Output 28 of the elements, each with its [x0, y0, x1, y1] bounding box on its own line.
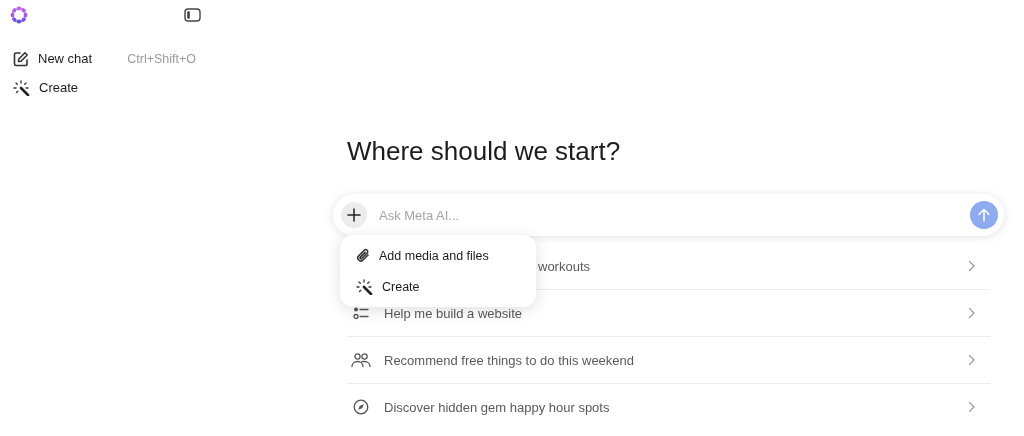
sidebar-item[interactable]: Create	[8, 73, 201, 102]
edit-icon	[13, 50, 29, 67]
chevron-right-icon[interactable]	[968, 401, 976, 413]
suggestion-text[interactable]: Recommend free things to do this weekend	[384, 352, 955, 368]
sidebar-toggle-icon[interactable]	[184, 8, 201, 22]
sidebar-item[interactable]: New chat Ctrl+Shift+O	[8, 44, 201, 73]
message-input[interactable]: Ask Meta AI...	[377, 206, 960, 224]
arrow-up-icon	[977, 208, 991, 222]
suggestion-text[interactable]: Discover hidden gem happy hour spots	[384, 399, 955, 415]
chevron-right-icon[interactable]	[968, 260, 976, 272]
people-icon	[351, 352, 371, 368]
add-button[interactable]	[341, 202, 367, 228]
compass-icon	[353, 399, 369, 415]
suggestion-text[interactable]: workouts	[538, 258, 955, 274]
shortcut-hint: Ctrl+Shift+O	[127, 51, 196, 66]
menu-item[interactable]: Create	[340, 271, 536, 302]
menu-item[interactable]: Add media and files	[340, 240, 536, 271]
send-button[interactable]	[970, 201, 998, 229]
chevron-right-icon[interactable]	[968, 307, 976, 319]
paperclip-icon	[356, 248, 370, 263]
magic-wand-icon	[13, 79, 30, 96]
page-heading: Where should we start?	[347, 136, 622, 168]
plus-icon	[347, 208, 361, 222]
logo-icon	[8, 5, 30, 25]
checklist-icon	[353, 306, 369, 320]
suggestion-text[interactable]: Help me build a website	[384, 305, 955, 321]
chevron-right-icon[interactable]	[968, 354, 976, 366]
magic-wand-icon	[356, 278, 373, 295]
